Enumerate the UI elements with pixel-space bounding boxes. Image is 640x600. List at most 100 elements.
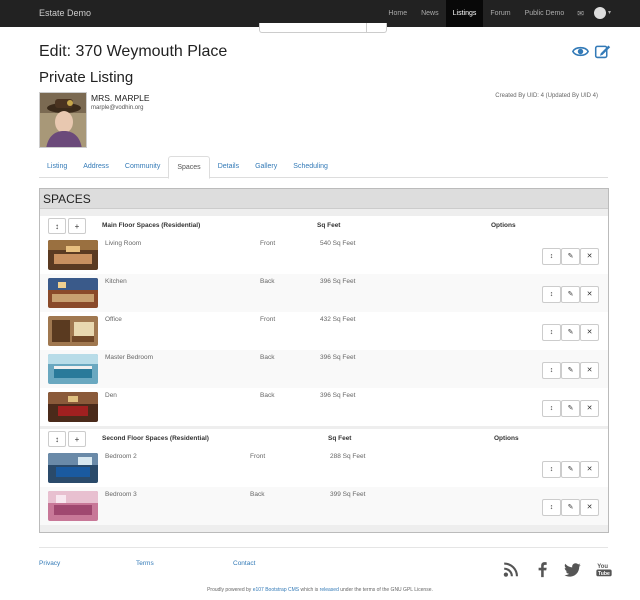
room-photo (48, 240, 98, 270)
footer-divider (39, 547, 608, 548)
space-position: Back (260, 392, 275, 399)
edit-icon[interactable]: ✎ (561, 400, 580, 417)
close-icon[interactable]: ✕ (580, 499, 599, 516)
edit-icon[interactable]: ✎ (561, 362, 580, 379)
reorder-section-button[interactable]: ↕ (48, 431, 66, 447)
col-options: Options (494, 435, 519, 442)
move-icon[interactable]: ↕ (542, 324, 561, 341)
add-space-button[interactable]: + (68, 431, 86, 447)
room-photo (48, 316, 98, 346)
header-actions (572, 43, 611, 60)
edit-icon[interactable] (594, 43, 611, 60)
nav-public-demo[interactable]: Public Demo (518, 0, 572, 27)
space-name: Master Bedroom (105, 354, 154, 361)
powered-middle: which is (299, 587, 320, 593)
close-icon[interactable]: ✕ (580, 324, 599, 341)
powered-prefix: Proudly powered by (207, 587, 253, 593)
tab-gallery[interactable]: Gallery (247, 156, 285, 177)
move-icon[interactable]: ↕ (542, 461, 561, 478)
edit-icon[interactable]: ✎ (561, 286, 580, 303)
twitter-icon[interactable] (564, 561, 582, 578)
tab-spaces[interactable]: Spaces (168, 156, 210, 179)
user-menu[interactable]: ▾ (590, 0, 640, 27)
envelope-icon[interactable]: ✉ (571, 0, 590, 27)
move-icon[interactable]: ↕ (542, 499, 561, 516)
space-name: Den (105, 392, 117, 399)
edit-icon[interactable]: ✎ (561, 499, 580, 516)
created-by-info: Created By UID: 4 (Updated By UID 4) (495, 93, 598, 99)
edit-icon[interactable]: ✎ (561, 461, 580, 478)
col-options: Options (491, 222, 516, 229)
section-header: ↕ + Main Floor Spaces (Residential) Sq F… (40, 216, 608, 236)
space-sqft: 432 Sq Feet (320, 316, 356, 323)
room-photo (48, 491, 98, 521)
space-name: Living Room (105, 240, 142, 247)
listing-tabs: Listing Address Community Spaces Details… (39, 156, 608, 179)
rss-icon[interactable] (502, 561, 520, 578)
table-row: Bedroom 3 Back 399 Sq Feet ↕ ✎ ✕ (40, 487, 608, 525)
space-sqft: 540 Sq Feet (320, 240, 356, 247)
section-label: Second Floor Spaces (Residential) (102, 435, 209, 442)
space-sqft: 396 Sq Feet (320, 354, 356, 361)
room-photo (48, 453, 98, 483)
released-link[interactable]: released (320, 587, 339, 593)
nav-listings[interactable]: Listings (445, 0, 484, 27)
add-space-button[interactable]: + (68, 218, 86, 234)
search-button[interactable] (366, 23, 386, 32)
space-sqft: 396 Sq Feet (320, 392, 356, 399)
col-sqft: Sq Feet (328, 435, 352, 442)
brand-link[interactable]: Estate Demo (39, 8, 91, 18)
listing-visibility: Private Listing (39, 69, 134, 86)
eye-icon[interactable] (572, 43, 589, 60)
facebook-icon[interactable] (533, 561, 551, 578)
tab-address[interactable]: Address (75, 156, 117, 177)
tab-community[interactable]: Community (117, 156, 168, 177)
table-row: Master Bedroom Back 396 Sq Feet ↕ ✎ ✕ (40, 350, 608, 388)
svg-text:Tube: Tube (598, 571, 610, 577)
cms-link[interactable]: e107 Bootstrap CMS (253, 587, 299, 593)
footer-link-contact[interactable]: Contact (233, 560, 255, 567)
user-avatar-icon (593, 7, 606, 19)
close-icon[interactable]: ✕ (580, 286, 599, 303)
powered-by: Proudly powered by e107 Bootstrap CMS wh… (0, 587, 640, 593)
svg-text:You: You (597, 564, 608, 570)
table-row: Bedroom 2 Front 288 Sq Feet ↕ ✎ ✕ (40, 449, 608, 487)
move-icon[interactable]: ↕ (542, 248, 561, 265)
table-row: Kitchen Back 396 Sq Feet ↕ ✎ ✕ (40, 274, 608, 312)
room-photo (48, 392, 98, 422)
space-name: Bedroom 2 (105, 453, 137, 460)
close-icon[interactable]: ✕ (580, 248, 599, 265)
nav-news[interactable]: News (414, 0, 446, 27)
tab-details[interactable]: Details (210, 156, 247, 177)
room-photo (48, 278, 98, 308)
edit-icon[interactable]: ✎ (561, 248, 580, 265)
space-position: Front (260, 316, 276, 323)
move-icon[interactable]: ↕ (542, 286, 561, 303)
spaces-panel: SPACES ↕ + Main Floor Spaces (Residentia… (39, 188, 609, 533)
move-icon[interactable]: ↕ (542, 400, 561, 417)
footer-link-privacy[interactable]: Privacy (39, 560, 60, 567)
search-box[interactable] (259, 23, 387, 33)
room-photo (48, 354, 98, 384)
footer-link-terms[interactable]: Terms (136, 560, 154, 567)
space-position: Back (260, 278, 275, 285)
table-row: Living Room Front 540 Sq Feet ↕ ✎ ✕ (40, 236, 608, 274)
youtube-icon[interactable]: YouTube (595, 561, 613, 578)
nav-forum[interactable]: Forum (483, 0, 517, 27)
space-sqft: 396 Sq Feet (320, 278, 356, 285)
tab-listing[interactable]: Listing (39, 156, 75, 177)
col-sqft: Sq Feet (317, 222, 341, 229)
main-nav: Home News Listings Forum Public Demo ✉ ▾ (381, 0, 640, 27)
space-name: Kitchen (105, 278, 127, 285)
space-position: Back (250, 491, 265, 498)
section-label: Main Floor Spaces (Residential) (102, 222, 201, 229)
table-row: Office Front 432 Sq Feet ↕ ✎ ✕ (40, 312, 608, 350)
reorder-section-button[interactable]: ↕ (48, 218, 66, 234)
move-icon[interactable]: ↕ (542, 362, 561, 379)
edit-icon[interactable]: ✎ (561, 324, 580, 341)
close-icon[interactable]: ✕ (580, 400, 599, 417)
owner-email: marple@vodhin.org (91, 105, 144, 111)
close-icon[interactable]: ✕ (580, 362, 599, 379)
tab-scheduling[interactable]: Scheduling (285, 156, 336, 177)
close-icon[interactable]: ✕ (580, 461, 599, 478)
